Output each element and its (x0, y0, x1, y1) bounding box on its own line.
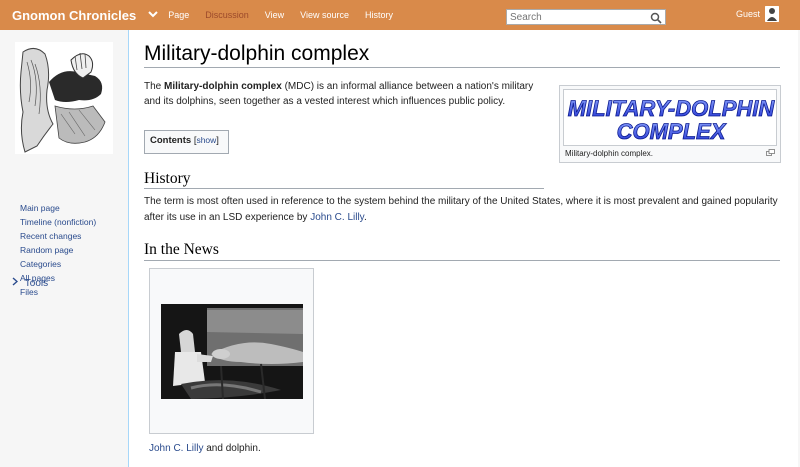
intro-pre: The (144, 81, 165, 92)
sidebar: Main page Timeline (nonfiction) Recent c… (0, 30, 128, 467)
tab-history[interactable]: History (365, 10, 393, 20)
news-caption-text: and dolphin. (203, 443, 261, 454)
toc-bracket-close: ] (216, 135, 219, 146)
search-input[interactable] (507, 11, 647, 23)
john-lilly-link[interactable]: John C. Lilly (310, 212, 364, 223)
news-image-frame (149, 268, 314, 434)
history-paragraph: The term is most often used in reference… (144, 194, 784, 226)
main-content: Military-dolphin complex The Military-do… (128, 30, 798, 467)
tab-view[interactable]: View (265, 10, 284, 20)
site-logo[interactable] (15, 42, 113, 154)
search-box (506, 9, 666, 25)
section-heading-history: History (144, 170, 191, 187)
thumb-logo-line2: COMPLEX (617, 119, 727, 144)
user-name[interactable]: Guest (736, 9, 760, 19)
section-heading-in-the-news: In the News (144, 241, 219, 258)
table-of-contents: Contents [show] (144, 130, 229, 154)
tab-view-source[interactable]: View source (300, 10, 349, 20)
tools-menu[interactable]: Tools (12, 277, 52, 289)
lilly-dolphin-photo[interactable] (161, 304, 303, 399)
top-bar: Gnomon Chronicles Page Discussion View V… (0, 0, 800, 30)
chevron-down-icon[interactable] (146, 9, 160, 21)
tab-page[interactable]: Page (168, 10, 189, 20)
search-icon[interactable] (650, 11, 662, 24)
news-divider (144, 260, 780, 261)
tab-discussion[interactable]: Discussion (205, 10, 249, 20)
user-avatar-icon[interactable] (765, 6, 779, 22)
toc-title: Contents (150, 135, 192, 146)
page-title: Military-dolphin complex (144, 42, 370, 65)
intro-term: Military-dolphin complex (164, 81, 282, 92)
site-name[interactable]: Gnomon Chronicles (12, 8, 136, 23)
thumb-logo-line1: MILITARY-DOLPHIN (568, 96, 776, 121)
tools-label: Tools (24, 278, 49, 289)
sidebar-item-recent-changes[interactable]: Recent changes (20, 229, 96, 243)
thumbnail-caption: Military-dolphin complex. (563, 149, 777, 158)
sidebar-item-categories[interactable]: Categories (20, 257, 96, 271)
history-end: . (363, 212, 367, 223)
title-divider (144, 67, 780, 68)
history-text: The term is most often used in reference… (144, 196, 778, 223)
mdc-logo-image[interactable]: MILITARY-DOLPHIN COMPLEX (563, 89, 777, 146)
sidebar-item-main-page[interactable]: Main page (20, 201, 96, 215)
intro-paragraph: The Military-dolphin complex (MDC) is an… (144, 79, 534, 109)
enlarge-icon[interactable] (766, 149, 775, 158)
news-image-caption: John C. Lilly and dolphin. (149, 443, 261, 454)
chevron-right-icon (12, 277, 21, 289)
history-divider (144, 188, 544, 189)
sidebar-item-timeline[interactable]: Timeline (nonfiction) (20, 215, 96, 229)
thumbnail-box: MILITARY-DOLPHIN COMPLEX Military-dolphi… (559, 85, 781, 163)
sidebar-item-random-page[interactable]: Random page (20, 243, 96, 257)
news-john-lilly-link[interactable]: John C. Lilly (149, 443, 203, 454)
page-actions: Page Discussion View View source History (168, 10, 409, 20)
toc-show-link[interactable]: show (196, 135, 216, 145)
thumb-caption-text: Military-dolphin complex. (565, 149, 654, 158)
